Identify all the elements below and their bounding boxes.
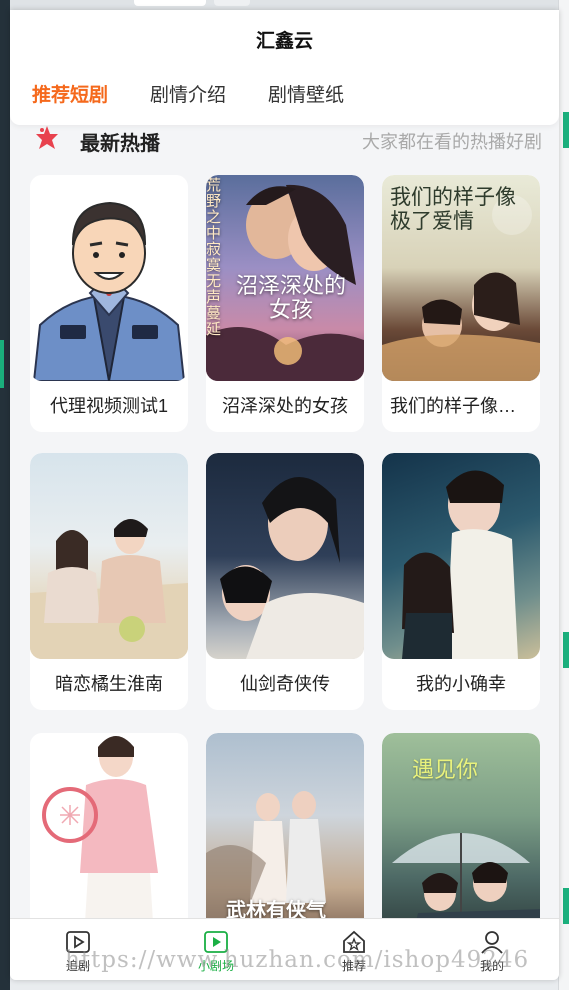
right-green-marker bbox=[563, 888, 569, 924]
drama-poster bbox=[382, 453, 540, 659]
section-header: 最新热播 大家都在看的热播好剧 bbox=[30, 122, 542, 156]
drama-card[interactable]: 仙剑奇侠传 bbox=[206, 453, 364, 710]
video-play-icon bbox=[204, 931, 228, 953]
phone-preview: 汇鑫云 推荐短剧 剧情介绍 剧情壁纸 最新热播 大家都在看的热播好剧 代理视频测… bbox=[10, 10, 559, 980]
drama-card[interactable]: 我的小确幸 bbox=[382, 453, 540, 710]
drama-title: 沼泽深处的女孩 bbox=[222, 396, 348, 416]
right-green-marker bbox=[563, 112, 569, 148]
drama-title: 我的小确幸 bbox=[416, 674, 506, 694]
section-subtitle: 大家都在看的热播好剧 bbox=[362, 132, 542, 152]
drama-card[interactable]: 代理视频测试1 bbox=[30, 175, 188, 432]
drama-poster: 遇见你 bbox=[382, 733, 540, 939]
left-sidebar-edge bbox=[0, 0, 10, 990]
app-title: 汇鑫云 bbox=[255, 31, 313, 52]
tabbar-item-follow[interactable]: 追剧 bbox=[38, 929, 118, 974]
drama-poster bbox=[30, 453, 188, 659]
drama-poster: 武林有侠气 bbox=[206, 733, 364, 939]
drama-poster bbox=[30, 175, 188, 381]
hot-icon bbox=[36, 126, 58, 149]
drama-card[interactable]: 荒野之中寂寞无声蔓延 沼泽深处的女孩 沼泽深处的女孩 bbox=[206, 175, 364, 432]
tabbar-item-recommend[interactable]: 推荐 bbox=[314, 929, 394, 974]
drama-title: 我们的样子像极了爱情 bbox=[390, 396, 540, 416]
tabbar-label: 小剧场 bbox=[197, 959, 234, 973]
drama-poster bbox=[206, 453, 364, 659]
drama-card[interactable]: 暗恋橘生淮南 bbox=[30, 453, 188, 710]
poster-art bbox=[30, 519, 188, 659]
drama-poster bbox=[30, 733, 188, 939]
poster-art bbox=[220, 476, 364, 659]
poster-title-text: 我们的样子像极了爱情 bbox=[390, 185, 516, 233]
right-panel-edge bbox=[558, 0, 569, 990]
poster-title-text: 遇见你 bbox=[412, 758, 479, 783]
drama-title: 暗恋橘生淮南 bbox=[55, 674, 163, 694]
user-icon bbox=[481, 931, 503, 954]
tabbar-label: 我的 bbox=[479, 959, 504, 973]
left-active-marker bbox=[0, 340, 4, 388]
drama-poster: 我们的样子像极了爱情 bbox=[382, 175, 540, 381]
tabbar-label: 追剧 bbox=[65, 959, 90, 973]
tab-recommended[interactable]: 推荐短剧 bbox=[32, 80, 108, 107]
category-tabs: 推荐短剧 剧情介绍 剧情壁纸 bbox=[32, 80, 344, 107]
tab-wallpaper[interactable]: 剧情壁纸 bbox=[268, 80, 344, 107]
drama-title: 仙剑奇侠传 bbox=[240, 674, 330, 694]
app-header: 汇鑫云 推荐短剧 剧情介绍 剧情壁纸 bbox=[10, 10, 559, 125]
drama-title: 代理视频测试1 bbox=[49, 396, 168, 416]
tabbar-label: 推荐 bbox=[341, 959, 366, 973]
play-box-icon bbox=[66, 931, 90, 953]
tabbar-item-theater[interactable]: 小剧场 bbox=[176, 929, 256, 974]
poster-title-text: 沼泽深处的女孩 bbox=[236, 274, 347, 323]
star-house-icon bbox=[343, 930, 365, 953]
police-avatar-illustration bbox=[30, 175, 188, 381]
poster-art bbox=[42, 736, 158, 939]
section-title: 最新热播 bbox=[80, 133, 160, 155]
browser-tab-secondary[interactable] bbox=[214, 0, 250, 6]
tab-plot-intro[interactable]: 剧情介绍 bbox=[150, 80, 226, 107]
poster-side-text: 荒野之中寂寞无声蔓延 bbox=[206, 176, 222, 338]
drama-poster: 荒野之中寂寞无声蔓延 沼泽深处的女孩 bbox=[206, 175, 364, 381]
browser-top-strip bbox=[0, 0, 569, 10]
right-green-marker bbox=[563, 632, 569, 668]
tabbar-item-mine[interactable]: 我的 bbox=[452, 929, 532, 974]
poster-art bbox=[402, 470, 518, 659]
bottom-tabbar: 追剧 小剧场 推荐 我的 bbox=[10, 918, 559, 980]
drama-card[interactable]: 我们的样子像极了爱情 我们的样子像极了爱情 bbox=[382, 175, 540, 432]
browser-tab[interactable] bbox=[134, 0, 206, 6]
